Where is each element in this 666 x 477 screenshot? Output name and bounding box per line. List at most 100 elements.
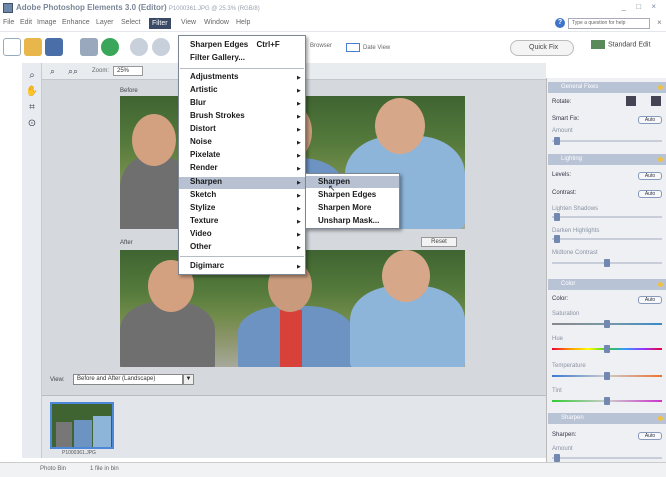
menu-help[interactable]: Help <box>236 19 250 26</box>
menu-filter[interactable]: Filter <box>149 18 171 29</box>
temperature-label: Temperature <box>552 363 586 369</box>
menu-select[interactable]: Select <box>121 19 140 26</box>
close-icon[interactable]: × <box>657 18 662 27</box>
sharpen-header[interactable]: Sharpen <box>548 413 666 424</box>
slider-knob[interactable] <box>554 454 560 462</box>
menu-item-video[interactable]: Video <box>190 229 212 238</box>
thumbnail-filename: P1000361.JPG <box>62 450 96 456</box>
color-header[interactable]: Color <box>548 279 666 290</box>
menu-file[interactable]: File <box>3 19 14 26</box>
submenu-item-unsharp-mask[interactable]: Unsharp Mask... <box>318 216 379 225</box>
smart-fix-label: Smart Fix: <box>552 116 580 122</box>
color-auto-button[interactable]: Auto <box>638 296 662 304</box>
zoom-tool-option-icon[interactable]: ⌕ <box>50 66 55 77</box>
menu-item-sharpen-edges[interactable]: Sharpen Edges Ctrl+F <box>190 40 280 49</box>
temperature-slider[interactable] <box>552 372 662 380</box>
levels-auto-button[interactable]: Auto <box>638 172 662 180</box>
zoom-in-out-icon[interactable]: ⌕⌕ <box>68 66 78 77</box>
general-fixes-header[interactable]: General Fixes <box>548 82 666 93</box>
menu-item-texture[interactable]: Texture <box>190 216 218 225</box>
menu-item-blur[interactable]: Blur <box>190 98 206 107</box>
menu-image[interactable]: Image <box>37 19 56 26</box>
menu-item-other[interactable]: Other <box>190 242 211 251</box>
contrast-auto-button[interactable]: Auto <box>638 190 662 198</box>
new-file-icon[interactable] <box>3 38 21 56</box>
chevron-down-icon[interactable]: ▼ <box>183 374 194 385</box>
submenu-item-sharpen-edges[interactable]: Sharpen Edges <box>318 190 376 199</box>
menu-item-filter-gallery[interactable]: Filter Gallery... <box>190 53 245 62</box>
quick-fix-button[interactable]: Quick Fix <box>510 40 574 56</box>
slider-knob[interactable] <box>604 345 610 353</box>
menu-item-sharpen[interactable]: Sharpen <box>190 177 222 186</box>
menu-view[interactable]: View <box>181 19 196 26</box>
window-title: Adobe Photoshop Elements 3.0 (Editor) P1… <box>16 3 260 12</box>
submenu-arrow-icon: ▶ <box>297 101 301 107</box>
standard-edit-button[interactable]: Standard Edit <box>591 40 650 49</box>
sharpen-auto-button[interactable]: Auto <box>638 432 662 440</box>
slider-knob[interactable] <box>554 213 560 221</box>
window-controls[interactable]: _ □ × <box>622 2 660 11</box>
print-icon[interactable] <box>80 38 98 56</box>
midtone-contrast-slider[interactable] <box>552 259 662 267</box>
lighten-shadows-label: Lighten Shadows <box>552 206 599 212</box>
slider-knob[interactable] <box>604 397 610 405</box>
menu-window[interactable]: Window <box>204 19 229 26</box>
menu-item-noise[interactable]: Noise <box>190 137 212 146</box>
menu-item-digimarc[interactable]: Digimarc <box>190 261 224 270</box>
menu-item-distort[interactable]: Distort <box>190 124 216 133</box>
online-services-icon[interactable] <box>101 38 119 56</box>
status-bar: Photo Bin 1 file in bin <box>0 462 666 477</box>
saturation-slider[interactable] <box>552 320 662 328</box>
menu-item-brush-strokes[interactable]: Brush Strokes <box>190 111 245 120</box>
person-left-head <box>132 114 176 166</box>
date-view-button[interactable]: Date View <box>346 43 390 52</box>
photo-thumbnail[interactable] <box>50 402 114 449</box>
red-eye-tool-icon[interactable]: ⊙ <box>25 117 39 131</box>
undo-icon[interactable] <box>130 38 148 56</box>
slider-knob[interactable] <box>604 259 610 267</box>
slider-knob[interactable] <box>604 320 610 328</box>
midtone-contrast-label: Midtone Contrast <box>552 250 598 256</box>
redo-icon[interactable] <box>152 38 170 56</box>
standard-edit-label: Standard Edit <box>608 41 651 49</box>
menu-enhance[interactable]: Enhance <box>62 19 90 26</box>
slider-knob[interactable] <box>554 235 560 243</box>
menu-item-sketch[interactable]: Sketch <box>190 190 216 199</box>
menu-item-render[interactable]: Render <box>190 163 218 172</box>
lighting-header[interactable]: Lighting <box>548 154 666 165</box>
menu-item-artistic[interactable]: Artistic <box>190 85 218 94</box>
zoom-tool-icon[interactable]: ⌕ <box>25 69 39 83</box>
menu-layer[interactable]: Layer <box>96 19 114 26</box>
reset-button[interactable]: Reset <box>421 237 457 247</box>
document-title: P1000361.JPG @ 25.3% (RGB/8) <box>168 6 260 12</box>
save-icon[interactable] <box>45 38 63 56</box>
crop-tool-icon[interactable]: ⌗ <box>25 101 39 115</box>
sharpen-amount-slider[interactable] <box>552 454 662 462</box>
slider-knob[interactable] <box>554 137 560 145</box>
rotate-left-icon[interactable] <box>626 96 636 106</box>
help-icon[interactable]: ? <box>555 18 565 28</box>
menu-item-adjustments[interactable]: Adjustments <box>190 72 238 81</box>
lighten-shadows-slider[interactable] <box>552 213 662 221</box>
smart-fix-auto-button[interactable]: Auto <box>638 116 662 124</box>
view-select[interactable]: Before and After (Landscape) <box>73 374 183 385</box>
slider-knob[interactable] <box>604 372 610 380</box>
submenu-item-sharpen-more[interactable]: Sharpen More <box>318 203 371 212</box>
menu-item-pixelate[interactable]: Pixelate <box>190 150 220 159</box>
open-folder-icon[interactable] <box>24 38 42 56</box>
hue-slider[interactable] <box>552 345 662 353</box>
darken-highlights-label: Darken Highlights <box>552 228 600 234</box>
menu-item-stylize[interactable]: Stylize <box>190 203 215 212</box>
help-search-input[interactable]: Type a question for help <box>568 18 650 29</box>
zoom-input[interactable]: 25% <box>113 66 143 76</box>
tint-slider[interactable] <box>552 397 662 405</box>
hand-tool-icon[interactable]: ✋ <box>25 85 39 99</box>
submenu-arrow-icon: ▶ <box>297 219 301 225</box>
file-browser-button[interactable]: Browser <box>310 43 332 49</box>
darken-highlights-slider[interactable] <box>552 235 662 243</box>
bin-count: 1 file in bin <box>90 466 119 472</box>
rotate-right-icon[interactable] <box>651 96 661 106</box>
smart-fix-amount-slider[interactable] <box>552 137 662 145</box>
menu-edit[interactable]: Edit <box>20 19 32 26</box>
photo-bin-label[interactable]: Photo Bin <box>40 466 66 472</box>
